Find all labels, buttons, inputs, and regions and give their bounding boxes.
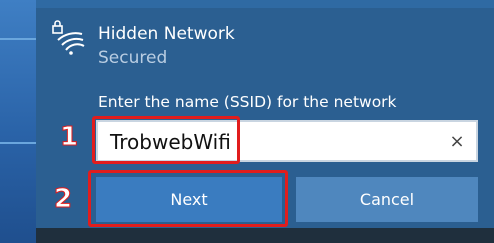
ssid-prompt-label: Enter the name (SSID) for the network — [98, 93, 397, 111]
window-pane-line — [0, 38, 36, 40]
desktop-background — [0, 0, 36, 243]
cancel-button[interactable]: Cancel — [296, 177, 478, 222]
step-number-1: 1 — [59, 122, 79, 153]
step-number-2: 2 — [53, 184, 73, 215]
flyout-bottom-strip — [36, 228, 494, 243]
flyout-top-strip — [36, 0, 494, 8]
network-name: Hidden Network — [98, 24, 235, 44]
network-status: Secured — [98, 48, 168, 68]
window-pane-line — [0, 142, 36, 144]
wifi-lock-icon — [52, 20, 86, 56]
clear-icon[interactable]: × — [446, 131, 468, 153]
highlight-box-next — [88, 170, 288, 227]
highlight-box-ssid — [92, 116, 240, 164]
